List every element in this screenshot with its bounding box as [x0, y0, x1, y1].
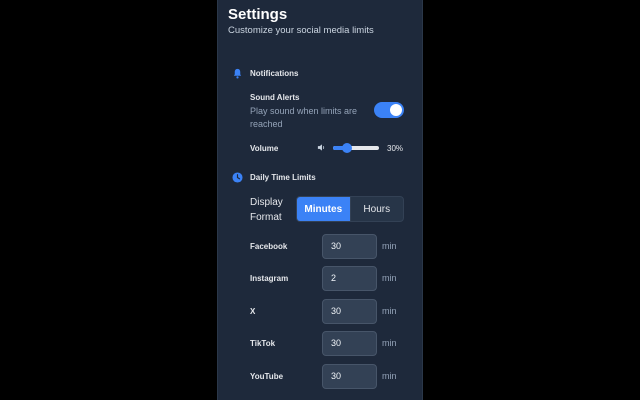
platform-name: Instagram	[250, 274, 289, 283]
display-format-label: Display Format	[250, 197, 283, 223]
bell-icon	[233, 68, 242, 79]
instagram-limit-input[interactable]: 2	[322, 266, 377, 291]
format-option-hours[interactable]: Hours	[349, 197, 404, 221]
toggle-knob	[390, 104, 402, 116]
unit-label: min	[382, 241, 397, 251]
facebook-limit-input[interactable]: 30	[322, 234, 377, 259]
sound-alerts-toggle[interactable]	[374, 102, 404, 118]
platform-name: X	[250, 307, 256, 316]
limit-row-facebook: Facebook 30 min	[218, 234, 422, 260]
speaker-icon	[317, 144, 325, 151]
platform-name: Facebook	[250, 242, 288, 251]
page-title: Settings	[228, 6, 288, 23]
time-limits-section-header: Daily Time Limits	[232, 172, 316, 183]
platform-name: TikTok	[250, 339, 276, 348]
format-option-minutes[interactable]: Minutes	[297, 197, 350, 221]
limit-row-instagram: Instagram 2 min	[218, 266, 422, 292]
platform-name: YouTube	[250, 372, 284, 381]
page-subtitle: Customize your social media limits	[228, 25, 374, 36]
display-format-toggle: Minutes Hours	[296, 196, 404, 222]
limit-row-youtube: YouTube 30 min	[218, 364, 422, 390]
volume-value: 30%	[387, 144, 404, 153]
clock-icon	[232, 172, 243, 183]
limit-row-x: X 30 min	[218, 299, 422, 325]
sound-alerts-description: Play sound when limits are reached	[250, 106, 358, 129]
volume-slider[interactable]	[333, 143, 379, 153]
unit-label: min	[382, 306, 397, 316]
unit-label: min	[382, 338, 397, 348]
x-limit-input[interactable]: 30	[322, 299, 377, 324]
notifications-heading: Notifications	[250, 69, 299, 78]
volume-slider-thumb[interactable]	[342, 143, 352, 153]
volume-label: Volume	[250, 144, 279, 153]
limit-row-tiktok: TikTok 30 min	[218, 331, 422, 357]
sound-alerts-label: Sound Alerts	[250, 93, 300, 102]
notifications-section-header: Notifications	[232, 68, 298, 79]
time-limits-heading: Daily Time Limits	[250, 173, 316, 182]
unit-label: min	[382, 273, 397, 283]
tiktok-limit-input[interactable]: 30	[322, 331, 377, 356]
youtube-limit-input[interactable]: 30	[322, 364, 377, 389]
unit-label: min	[382, 371, 397, 381]
settings-panel: Settings Customize your social media lim…	[217, 0, 423, 400]
